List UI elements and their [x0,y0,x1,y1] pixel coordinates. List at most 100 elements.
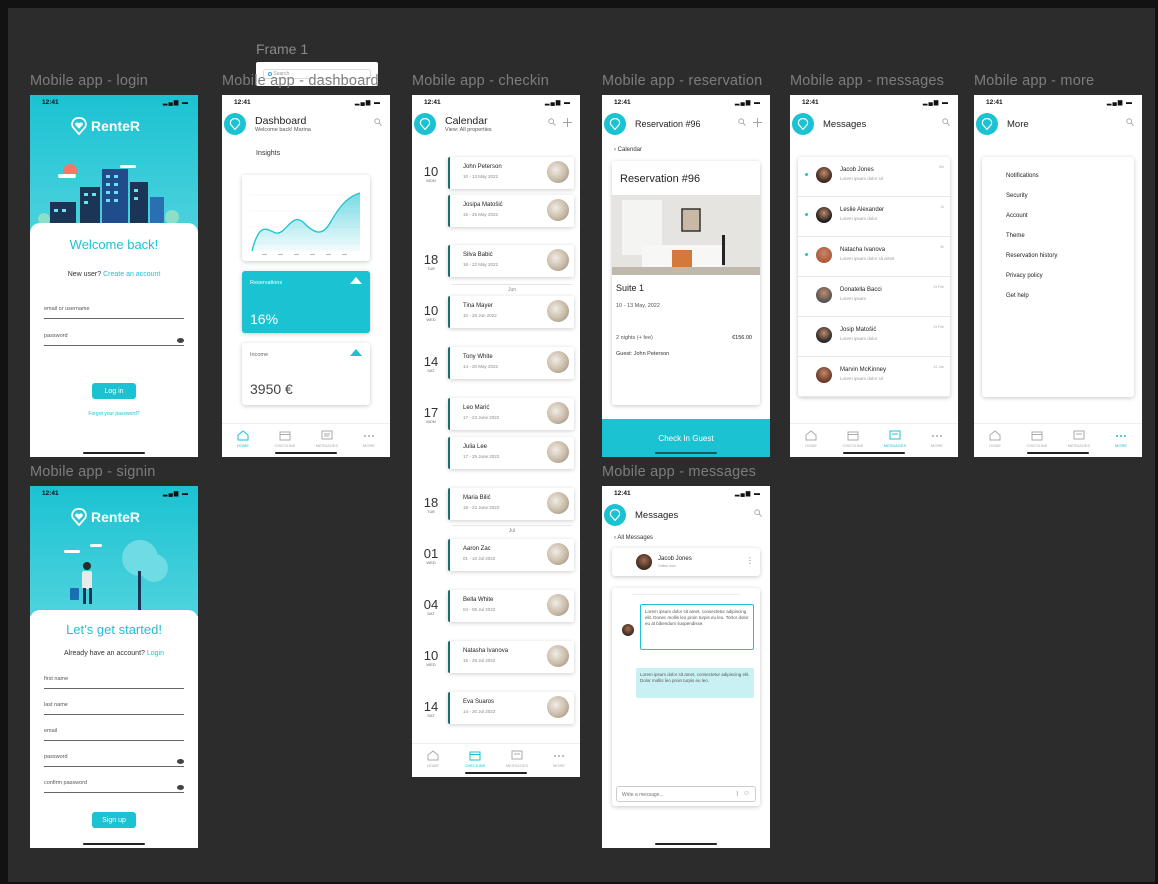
entry-card[interactable]: Bella White 04 - 08 Jul 2022 [448,590,574,622]
area-chart [250,192,362,255]
menu-item-reservation-history[interactable]: Reservation history [1006,253,1057,259]
entry-card[interactable]: Julia Lee 17 - 25 June 2022 [448,437,574,469]
reservations-card[interactable]: Reservations 16% [242,271,370,333]
tab-checkins[interactable]: CHECKINS [838,430,868,448]
tab-messages[interactable]: MESSAGES [502,750,532,768]
entry-date: 17 MON [420,406,442,424]
kebab-menu-icon[interactable]: ⋮ [746,556,754,565]
entry-card[interactable]: Eva Suaros 14 - 20 Jul 2022 [448,692,574,724]
eye-icon[interactable] [177,759,184,764]
status-time: 12:41 [42,489,59,497]
confirm-password-field[interactable]: confirm password [44,780,184,793]
plus-icon[interactable] [753,118,762,127]
logo-badge[interactable] [792,113,814,135]
income-label: Income [250,352,269,358]
search-icon[interactable] [374,118,382,126]
search-icon[interactable] [738,118,746,126]
logo-badge[interactable] [224,113,246,135]
message-time: 13 Feb [933,325,944,329]
tab-messages[interactable]: MESSAGES [880,430,910,448]
search-icon[interactable] [548,118,556,126]
message-item[interactable]: Marvin McKinney Lorem ipsum dolor sit 12 J… [798,357,950,397]
new-user-line: New user? Create an account [67,271,161,278]
email-field[interactable]: email or username [44,306,184,319]
create-account-link[interactable]: Create an account [103,271,160,278]
income-card[interactable]: Income 3950 € [242,343,370,405]
entry-card[interactable]: Tina Mayer 10 - 25 Jun 2022 [448,296,574,328]
logo-badge[interactable] [604,113,626,135]
search-icon[interactable] [942,118,950,126]
email-field[interactable]: email [44,728,184,741]
emoji-icon[interactable]: ☺ [743,790,750,797]
entry-card[interactable]: Silva Babić 18 - 22 May 2022 [448,245,574,277]
login-link[interactable]: Login [147,650,164,657]
eye-icon[interactable] [177,338,184,343]
tab-more[interactable]: MORE [1106,430,1136,448]
message-item[interactable]: Donatella Bacci Lorem ipsum 13 Feb [798,277,950,317]
entry-card[interactable]: Maria Bilić 18 - 22 June 2022 [448,488,574,520]
menu-item-theme[interactable]: Theme [1006,233,1025,239]
tab-home[interactable]: HOME [796,430,826,448]
entry-card[interactable]: Tony White 14 - 20 May 2022 [448,347,574,379]
first-name-field[interactable]: first name [44,676,184,689]
tab-checkins[interactable]: CHECKINS [270,430,300,448]
password-field[interactable]: password [44,333,184,346]
tab-checkins[interactable]: CHECKINS [1022,430,1052,448]
menu-item-get-help[interactable]: Get help [1006,293,1029,299]
message-item[interactable]: Natacha Ivanova Lorem ipsum dolor sit ame… [798,237,950,277]
entry-card[interactable]: John Peterson 10 - 13 May 2022 [448,157,574,189]
tab-messages[interactable]: MESSAGES [1064,430,1094,448]
message-item[interactable]: Leslie Alexander Lorem ipsum dolor 1h [798,197,950,237]
login-button[interactable]: Log in [92,383,136,399]
password-field[interactable]: password [44,754,184,767]
entry-card[interactable]: Natasha Ivanova 15 - 25 Jul 2022 [448,641,574,673]
tab-more[interactable]: MORE [354,430,384,448]
entry-card[interactable]: Leo Marić 17 - 23 June 2022 [448,398,574,430]
plus-icon[interactable] [563,118,572,127]
entry-day: 17 [423,405,439,420]
room-thumbnail [547,696,569,718]
message-input[interactable]: Write a message... ⌇ ☺ [616,786,756,802]
tab-messages[interactable]: MESSAGES [312,430,342,448]
tab-more[interactable]: MORE [922,430,952,448]
entry-card[interactable]: Josipa Matošić 15 - 25 May 2022 [448,195,574,227]
entry-card[interactable]: Aaron Zac 01 - 10 Jul 2022 [448,539,574,571]
avatar [816,167,832,183]
tab-more[interactable]: MORE [544,750,574,768]
menu-item-account[interactable]: Account [1006,213,1028,219]
avatar [816,327,832,343]
last-name-field[interactable]: last name [44,702,184,715]
tab-checkins[interactable]: CHECKINS [460,750,490,768]
entry-date: 04 SAT [420,598,442,616]
home-indicator [465,772,527,774]
menu-item-security[interactable]: Security [1006,193,1028,199]
search-icon[interactable] [754,509,762,517]
chat-thread: Lorem ipsum dolor sit amet, consectetur … [612,588,760,806]
tab-home[interactable]: HOME [418,750,448,768]
eye-icon[interactable] [177,785,184,790]
insights-label: Insights [256,150,281,157]
guest-name: Guest: John Peterson [616,351,670,357]
search-icon[interactable] [1126,118,1134,126]
logo-badge[interactable] [414,113,436,135]
message-item[interactable]: Jacob Jones Lorem ipsum dolor sit 5m [798,157,950,197]
logo-badge[interactable] [976,113,998,135]
back-to-calendar-link[interactable]: ‹ Calendar [614,147,642,153]
back-to-messages-link[interactable]: ‹ All Messages [614,535,653,541]
entry-date: 14 SAT [420,355,442,373]
tab-home[interactable]: HOME [228,430,258,448]
menu-item-privacy-policy[interactable]: Privacy policy [1006,273,1043,279]
entry-date: 01 WED [420,547,442,565]
signup-button[interactable]: Sign up [92,812,136,828]
logo-badge[interactable] [604,504,626,526]
menu-item-notifications[interactable]: Notifications [1006,173,1039,179]
attach-icon[interactable]: ⌇ [736,790,739,798]
forgot-password-link[interactable]: Forgot your password? [30,411,198,417]
outgoing-message: Lorem ipsum dolor sit amet, consectetur … [636,668,754,698]
nights-count: 2 nights (+ fee) [616,335,653,341]
chat-screen: 12:41 ▂▄▆ ▬ Messages ‹ All Messages Jacob… [602,486,770,848]
message-item[interactable]: Josip Matošić Lorem ipsum dolor 13 Feb [798,317,950,357]
tab-home[interactable]: HOME [980,430,1010,448]
page-title: Calendar [445,115,488,127]
brand-logo: RenteR [70,117,140,135]
